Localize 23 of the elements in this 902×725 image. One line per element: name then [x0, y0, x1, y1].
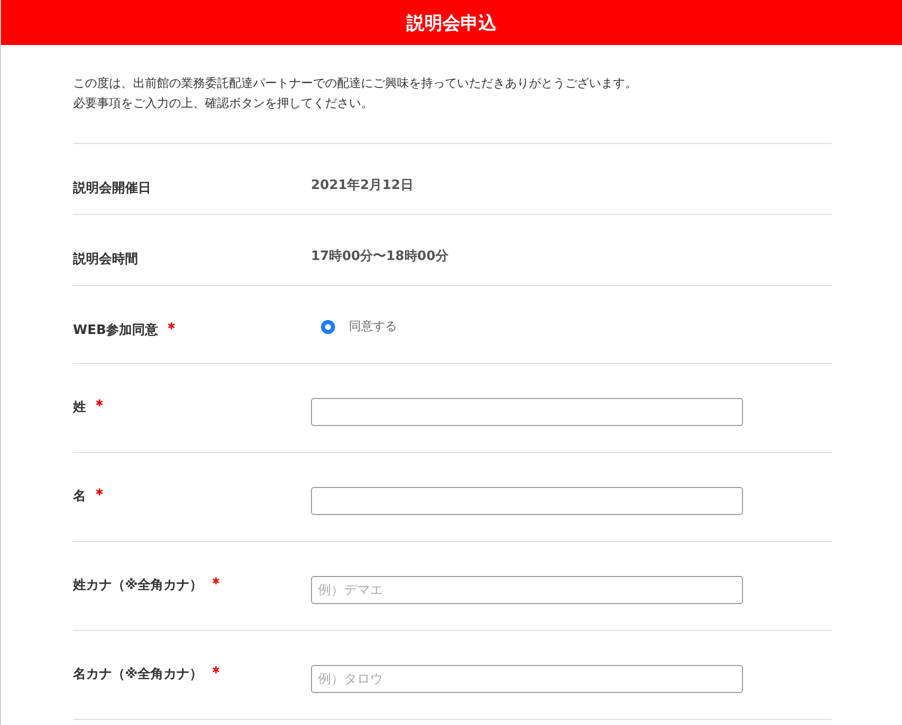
- field-label: 名: [73, 488, 86, 505]
- field-value: 17時00分〜18時00分: [311, 249, 448, 264]
- field-label: 説明会時間: [73, 251, 138, 268]
- text-input[interactable]: [311, 487, 743, 515]
- required-mark: ＊: [92, 487, 107, 502]
- required-mark: ＊: [92, 398, 107, 413]
- intro-text: 必要事項をご入力の上、確認ボタンを押してください。: [73, 95, 374, 112]
- text-input[interactable]: [311, 398, 743, 426]
- field-label: WEB参加同意: [73, 322, 158, 339]
- radio-button[interactable]: [321, 320, 335, 334]
- required-mark: ＊: [164, 321, 180, 336]
- page-title: 説明会申込: [406, 12, 496, 34]
- field-label: 姓カナ（※全角カナ）: [73, 577, 203, 594]
- field-label: 名カナ（※全角カナ）: [73, 666, 203, 683]
- field-label: 説明会開催日: [73, 180, 151, 197]
- field-label: 姓: [73, 399, 86, 416]
- required-mark: ＊: [208, 576, 224, 591]
- text-input[interactable]: 例）タロウ: [311, 665, 743, 693]
- intro-text: この度は、出前館の業務委託配達パートナーでの配達にご興味を持っていただきありがとうございます。: [73, 75, 638, 92]
- text-input[interactable]: 例）デマエ: [311, 576, 743, 604]
- field-value: 2021年2月12日: [311, 178, 414, 193]
- radio-label[interactable]: 同意する: [349, 318, 397, 335]
- required-mark: ＊: [208, 665, 224, 680]
